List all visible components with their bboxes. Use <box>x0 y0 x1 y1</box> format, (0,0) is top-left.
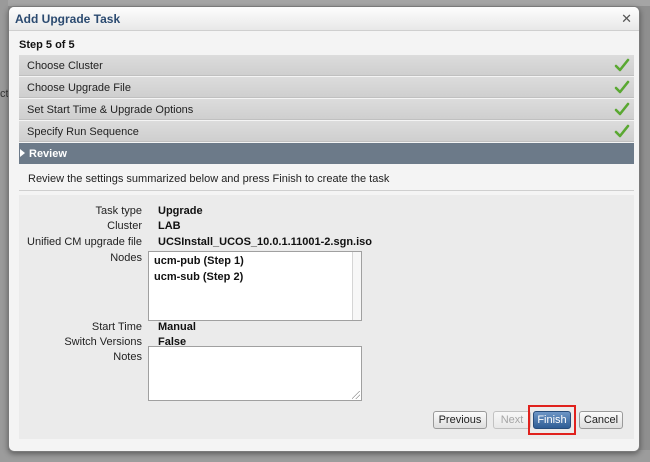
wizard-steps: Choose Cluster Choose Upgrade File Set S… <box>19 55 634 164</box>
task-type-label: Task type <box>95 205 142 217</box>
scrollbar[interactable] <box>352 252 361 320</box>
close-icon[interactable]: ✕ <box>621 11 632 27</box>
step-indicator: Step 5 of 5 <box>19 39 75 51</box>
start-time-value: Manual <box>158 321 196 333</box>
upgrade-file-label: Unified CM upgrade file <box>27 236 142 248</box>
notes-textarea[interactable] <box>148 346 362 401</box>
cluster-label: Cluster <box>107 220 142 232</box>
background-page-left <box>0 0 8 462</box>
switch-versions-label: Switch Versions <box>64 336 142 348</box>
wizard-step-label: Specify Run Sequence <box>27 126 139 138</box>
notes-label: Notes <box>113 351 142 363</box>
nodes-listbox[interactable]: ucm-pub (Step 1) ucm-sub (Step 2) <box>148 251 362 321</box>
finish-button[interactable]: Finish <box>533 411 571 429</box>
wizard-step-start-time-options[interactable]: Set Start Time & Upgrade Options <box>19 99 634 120</box>
checkmark-icon <box>614 80 630 94</box>
wizard-step-label: Choose Upgrade File <box>27 82 131 94</box>
next-button[interactable]: Next <box>493 411 531 429</box>
review-summary-panel: Task type Upgrade Cluster LAB Unified CM… <box>19 195 634 439</box>
checkmark-icon <box>614 124 630 138</box>
add-upgrade-task-dialog: Add Upgrade Task ✕ Step 5 of 5 Choose Cl… <box>8 6 640 452</box>
dialog-title: Add Upgrade Task <box>15 12 121 26</box>
checkmark-icon <box>614 102 630 116</box>
wizard-step-run-sequence[interactable]: Specify Run Sequence <box>19 121 634 142</box>
divider <box>19 190 634 191</box>
resize-grip-icon[interactable] <box>352 391 360 399</box>
list-item[interactable]: ucm-sub (Step 2) <box>149 268 361 284</box>
dialog-titlebar: Add Upgrade Task ✕ <box>9 7 639 31</box>
wizard-step-choose-cluster[interactable]: Choose Cluster <box>19 55 634 76</box>
previous-button[interactable]: Previous <box>433 411 487 429</box>
wizard-step-review-current: Review <box>19 143 634 164</box>
triangle-right-icon <box>20 149 25 157</box>
wizard-step-label: Set Start Time & Upgrade Options <box>27 104 194 116</box>
nodes-label: Nodes <box>110 252 142 264</box>
cancel-button[interactable]: Cancel <box>579 411 623 429</box>
review-instruction: Review the settings summarized below and… <box>28 173 390 185</box>
list-item[interactable]: ucm-pub (Step 1) <box>149 252 361 268</box>
wizard-step-label: Review <box>29 148 67 160</box>
wizard-step-choose-upgrade-file[interactable]: Choose Upgrade File <box>19 77 634 98</box>
checkmark-icon <box>614 58 630 72</box>
wizard-step-label: Choose Cluster <box>27 60 103 72</box>
cluster-value: LAB <box>158 220 181 232</box>
upgrade-file-value: UCSInstall_UCOS_10.0.1.11001-2.sgn.iso <box>158 236 372 248</box>
start-time-label: Start Time <box>91 321 142 333</box>
task-type-value: Upgrade <box>158 205 203 217</box>
